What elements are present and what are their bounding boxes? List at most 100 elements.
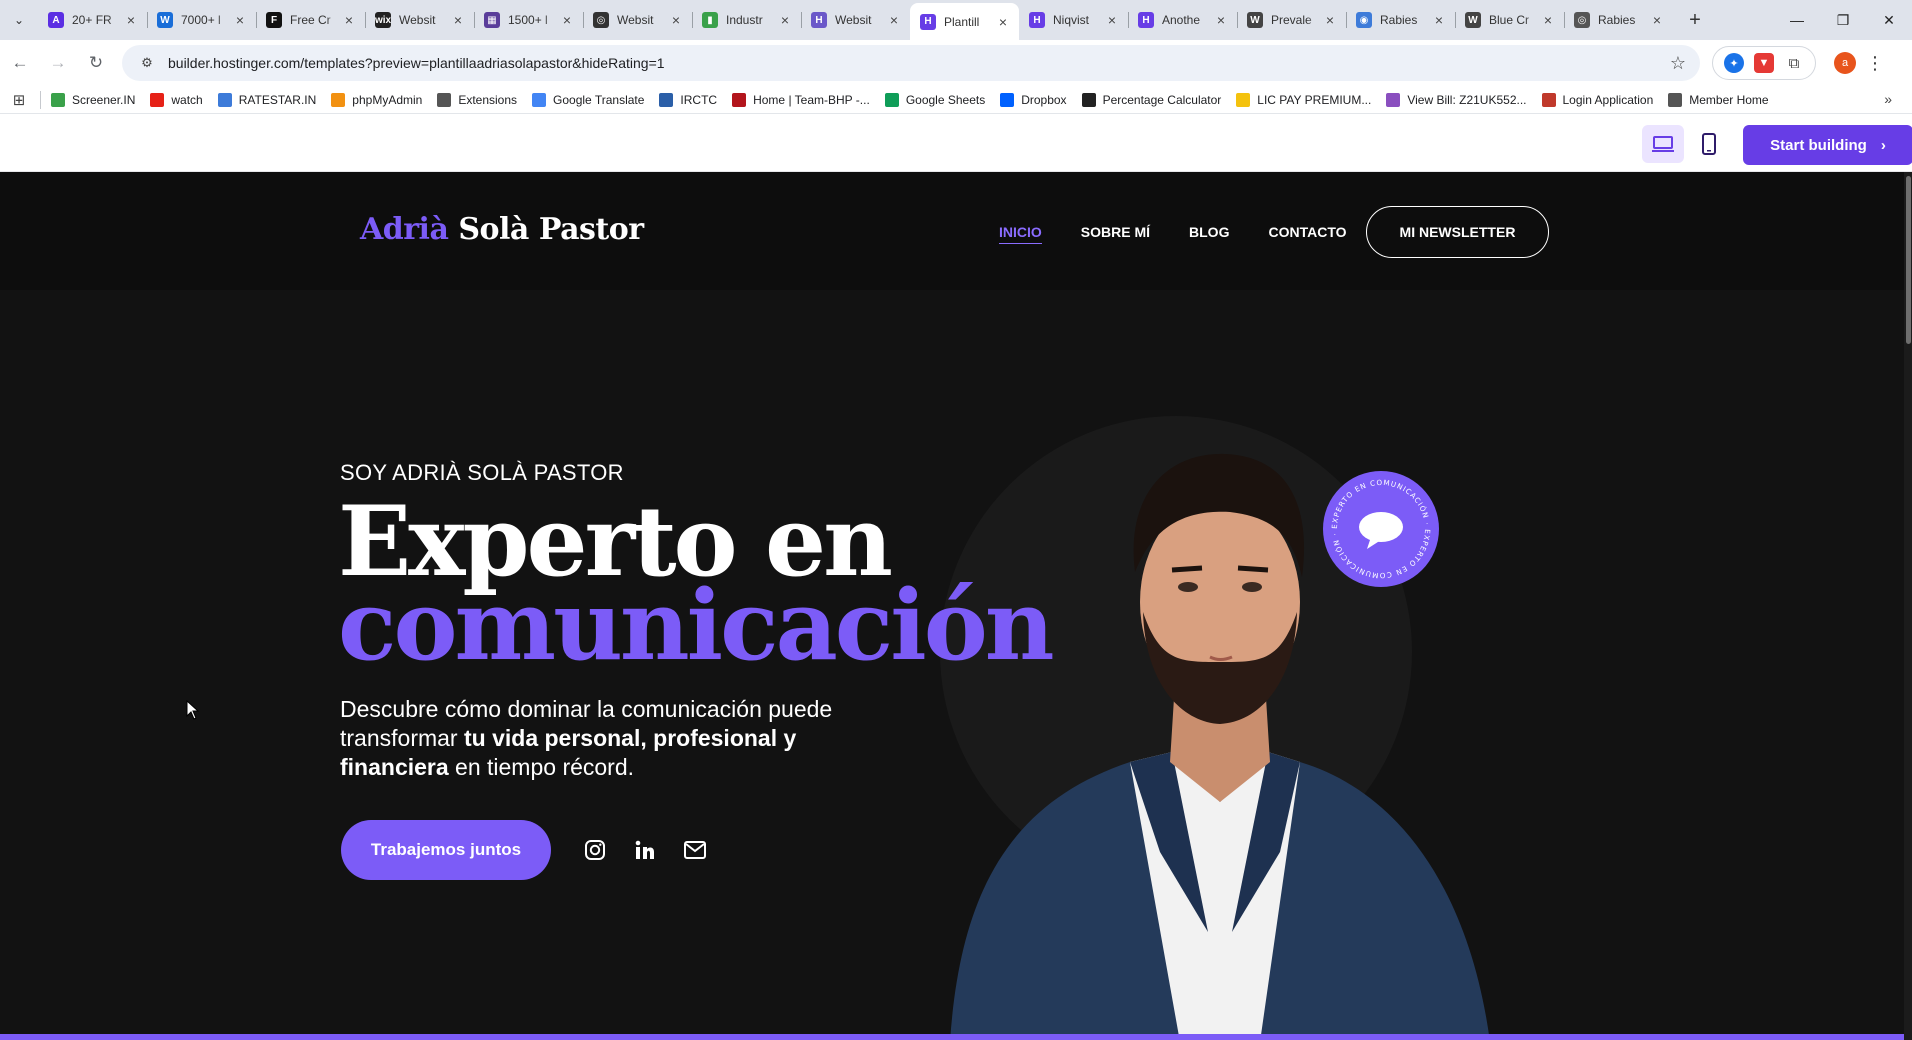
browser-tab[interactable]: F Free Cr × <box>256 3 365 37</box>
tab-close-icon[interactable]: × <box>559 12 575 28</box>
nav-blog[interactable]: BLOG <box>1189 224 1229 244</box>
tab-close-icon[interactable]: × <box>450 12 466 28</box>
bookmark-item[interactable]: View Bill: Z21UK552... <box>1386 92 1527 107</box>
site-info-icon[interactable]: ⚙ <box>136 52 158 74</box>
bookmark-item[interactable]: watch <box>150 92 203 107</box>
restore-icon[interactable]: ❐ <box>1820 0 1866 40</box>
tab-search-chevron-icon[interactable]: ⌄ <box>0 0 38 40</box>
bookmark-favicon-icon <box>1668 92 1683 107</box>
experto-badge: EXPERTO EN COMUNICACIÓN · EXPERTO EN COM… <box>1323 471 1439 587</box>
tab-close-icon[interactable]: × <box>123 12 139 28</box>
browser-tab[interactable]: W Prevale × <box>1237 3 1346 37</box>
extension-shield-icon[interactable]: ▼ <box>1754 53 1774 73</box>
bookmark-item[interactable]: Extensions <box>437 92 517 107</box>
browser-tab[interactable]: A 20+ FR × <box>38 3 147 37</box>
browser-tab[interactable]: H Niqvist × <box>1019 3 1128 37</box>
bookmark-item[interactable]: IRCTC <box>659 92 718 107</box>
tab-title: 20+ FR <box>72 13 112 27</box>
bookmark-item[interactable]: Home | Team-BHP -... <box>732 92 870 107</box>
tab-close-icon[interactable]: × <box>777 12 793 28</box>
desktop-view-button[interactable] <box>1642 125 1684 163</box>
profile-avatar[interactable]: a <box>1834 52 1856 74</box>
bookmark-favicon-icon <box>217 92 232 107</box>
tab-close-icon[interactable]: × <box>1649 12 1665 28</box>
extensions-puzzle-icon[interactable]: ⧉ <box>1784 53 1804 73</box>
bookmark-item[interactable]: LIC PAY PREMIUM... <box>1236 92 1372 107</box>
minimize-icon[interactable]: — <box>1774 0 1820 40</box>
bookmark-label: LIC PAY PREMIUM... <box>1257 92 1372 107</box>
close-window-icon[interactable]: ✕ <box>1866 0 1912 40</box>
hero-eyebrow: SOY ADRIÀ SOLÀ PASTOR <box>340 460 624 485</box>
nav-contacto[interactable]: CONTACTO <box>1268 224 1346 244</box>
address-bar[interactable]: ⚙ builder.hostinger.com/templates?previe… <box>122 45 1700 81</box>
browser-toolbar: ← → ↻ ⚙ builder.hostinger.com/templates?… <box>0 40 1912 86</box>
trabajemos-juntos-button[interactable]: Trabajemos juntos <box>341 820 551 880</box>
tab-close-icon[interactable]: × <box>1104 12 1120 28</box>
tab-close-icon[interactable]: × <box>886 12 902 28</box>
browser-tab[interactable]: ▦ 1500+ l × <box>474 3 583 37</box>
browser-tab[interactable]: ◉ Rabies × <box>1346 3 1455 37</box>
bookmark-item[interactable]: Dropbox <box>1000 92 1067 107</box>
tab-list: A 20+ FR × W 7000+ l × F Free Cr × wix Websit × ▦ 150… <box>38 0 1673 40</box>
browser-tab[interactable]: W 7000+ l × <box>147 3 256 37</box>
site-header: Adrià Solà Pastor INICIO SOBRE MÍ BLOG C… <box>0 172 1912 290</box>
forward-icon[interactable]: → <box>40 45 76 81</box>
tab-title: Anothe <box>1162 13 1201 27</box>
browser-tab[interactable]: H Anothe × <box>1128 3 1237 37</box>
nav-inicio[interactable]: INICIO <box>999 224 1042 244</box>
nav-sobre-mi[interactable]: SOBRE MÍ <box>1081 224 1150 244</box>
bookmark-label: Google Sheets <box>905 92 986 107</box>
bookmark-label: IRCTC <box>680 92 718 107</box>
url-text[interactable]: builder.hostinger.com/templates?preview=… <box>168 55 665 71</box>
tab-title: 7000+ l <box>181 13 221 27</box>
scrollbar-thumb[interactable] <box>1906 176 1911 344</box>
back-icon[interactable]: ← <box>2 45 38 81</box>
bookmark-item[interactable]: Google Sheets <box>884 92 986 107</box>
tab-close-icon[interactable]: × <box>995 14 1011 30</box>
tab-close-icon[interactable]: × <box>1540 12 1556 28</box>
tab-close-icon[interactable]: × <box>341 12 357 28</box>
tab-favicon-icon: W <box>1247 12 1263 28</box>
tab-title: Niqvist <box>1053 13 1090 27</box>
linkedin-icon[interactable] <box>631 836 659 864</box>
browser-tab[interactable]: ▮ Industr × <box>692 3 801 37</box>
start-building-button[interactable]: Start building › <box>1743 125 1912 165</box>
tab-title: Free Cr <box>290 13 331 27</box>
apps-grid-icon[interactable]: ⊞ <box>0 91 38 109</box>
browser-tab[interactable]: H Websit × <box>801 3 910 37</box>
bookmark-favicon-icon <box>1386 92 1401 107</box>
browser-tab[interactable]: ◎ Rabies × <box>1564 3 1673 37</box>
extension-globe-icon[interactable]: ✦ <box>1724 53 1744 73</box>
new-tab-button[interactable]: + <box>1679 4 1711 36</box>
bookmark-item[interactable]: RATESTAR.IN <box>217 92 316 107</box>
bookmark-item[interactable]: Percentage Calculator <box>1081 92 1221 107</box>
browser-tab[interactable]: H Plantill × <box>910 3 1019 40</box>
more-bookmarks-icon[interactable]: » <box>1884 91 1892 107</box>
tab-close-icon[interactable]: × <box>1213 12 1229 28</box>
tab-close-icon[interactable]: × <box>1322 12 1338 28</box>
bookmark-favicon-icon <box>1081 92 1096 107</box>
instagram-icon[interactable] <box>581 836 609 864</box>
bookmark-star-icon[interactable]: ☆ <box>1670 53 1686 74</box>
mobile-view-button[interactable] <box>1688 125 1730 163</box>
reload-icon[interactable]: ↻ <box>78 45 114 81</box>
tab-close-icon[interactable]: × <box>1431 12 1447 28</box>
tab-close-icon[interactable]: × <box>232 12 248 28</box>
bookmark-favicon-icon <box>51 92 65 107</box>
site-logo[interactable]: Adrià Solà Pastor <box>360 212 644 247</box>
bookmark-item[interactable]: phpMyAdmin <box>331 92 422 107</box>
bookmark-item[interactable]: Google Translate <box>532 92 644 107</box>
browser-menu-icon[interactable]: ⋮ <box>1866 53 1884 74</box>
newsletter-button[interactable]: MI NEWSLETTER <box>1366 206 1549 258</box>
tab-favicon-icon: ◎ <box>1574 12 1590 28</box>
browser-tab[interactable]: wix Websit × <box>365 3 474 37</box>
bookmark-item[interactable]: Member Home <box>1668 92 1769 107</box>
bookmark-item[interactable]: Screener.IN <box>51 92 135 107</box>
tab-title: Rabies <box>1380 13 1418 27</box>
browser-tab[interactable]: ◎ Websit × <box>583 3 692 37</box>
tab-close-icon[interactable]: × <box>668 12 684 28</box>
mail-icon[interactable] <box>681 836 709 864</box>
browser-tab[interactable]: W Blue Cr × <box>1455 3 1564 37</box>
bookmark-item[interactable]: Login Application <box>1541 92 1653 107</box>
tab-strip: ⌄ A 20+ FR × W 7000+ l × F Free Cr × wix Websit × ▦ 1… <box>0 0 1912 40</box>
